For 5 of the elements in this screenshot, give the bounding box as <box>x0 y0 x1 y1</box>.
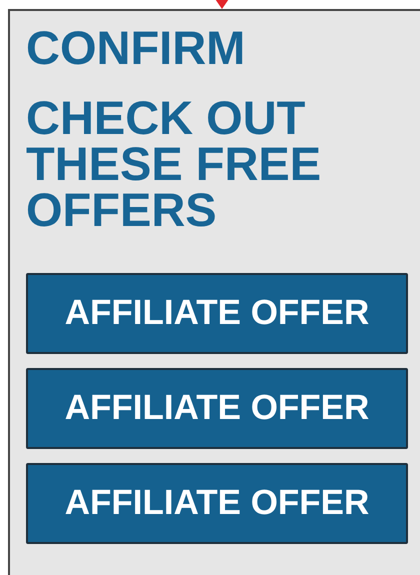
affiliate-offer-button[interactable]: AFFILIATE OFFER <box>26 463 408 544</box>
affiliate-offer-button[interactable]: AFFILIATE OFFER <box>26 368 408 449</box>
confirm-heading: CONFIRM <box>26 21 246 75</box>
offers-heading: CHECK OUT THESE FREE OFFERS <box>26 95 322 233</box>
affiliate-offer-button[interactable]: AFFILIATE OFFER <box>26 273 408 354</box>
